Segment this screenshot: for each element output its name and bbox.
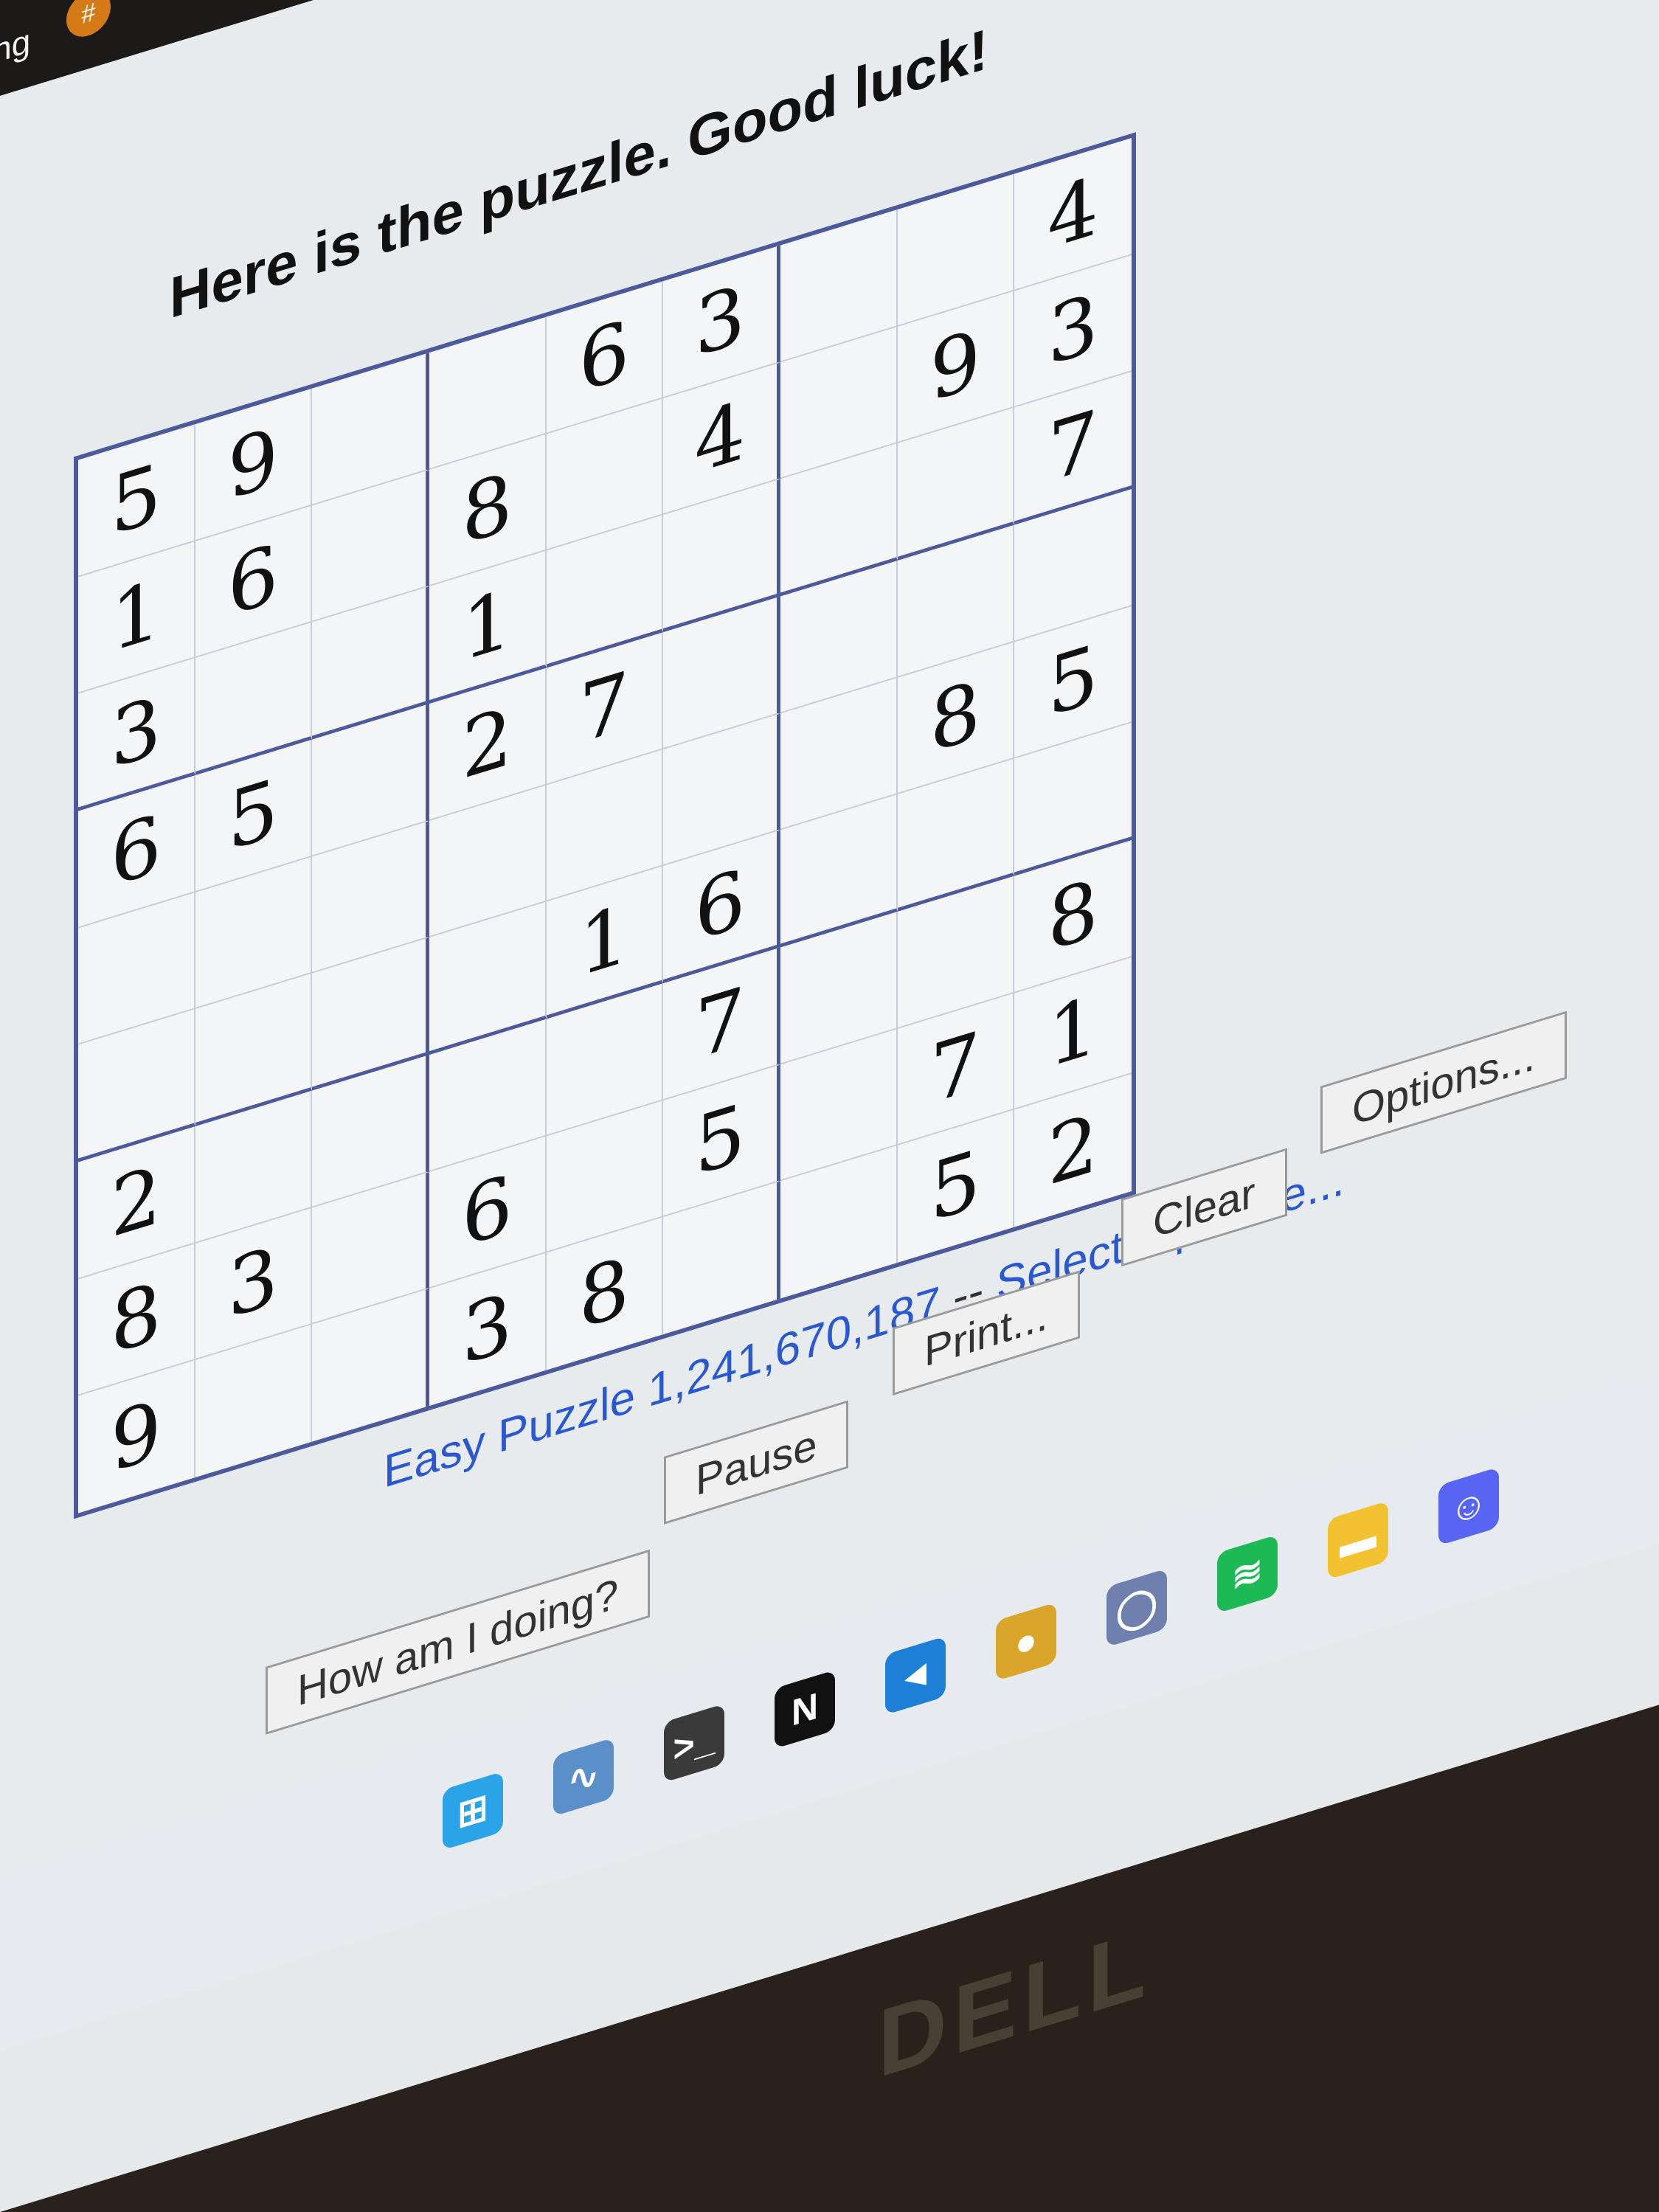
tab-label[interactable]: ing <box>0 20 30 74</box>
photo-stage: ing # Here is the puzzle. Good luck! 596… <box>0 0 1659 2212</box>
spotify-icon[interactable]: ≋ <box>1217 1534 1278 1614</box>
laptop-screen: ing # Here is the puzzle. Good luck! 596… <box>0 0 1659 2212</box>
vscode-icon[interactable]: ◄ <box>885 1636 946 1716</box>
options-button[interactable]: Options... <box>1320 1010 1568 1154</box>
app-icon[interactable]: # <box>66 0 111 43</box>
chrome-icon[interactable]: ● <box>996 1602 1056 1682</box>
dell-logo: DELL <box>878 1907 1152 2098</box>
netflix-icon[interactable]: N <box>775 1669 835 1749</box>
task-manager-icon[interactable]: ∿ <box>553 1737 614 1817</box>
windows-start-icon[interactable]: ⊞ <box>443 1771 503 1851</box>
geogebra-icon[interactable]: ◯ <box>1106 1568 1167 1648</box>
discord-icon[interactable]: ☺ <box>1438 1466 1499 1546</box>
terminal-icon[interactable]: >_ <box>664 1703 724 1783</box>
clear-button[interactable]: Clear <box>1121 1148 1287 1267</box>
file-explorer-icon[interactable]: ▬ <box>1328 1500 1388 1580</box>
pause-button[interactable]: Pause <box>664 1400 849 1525</box>
